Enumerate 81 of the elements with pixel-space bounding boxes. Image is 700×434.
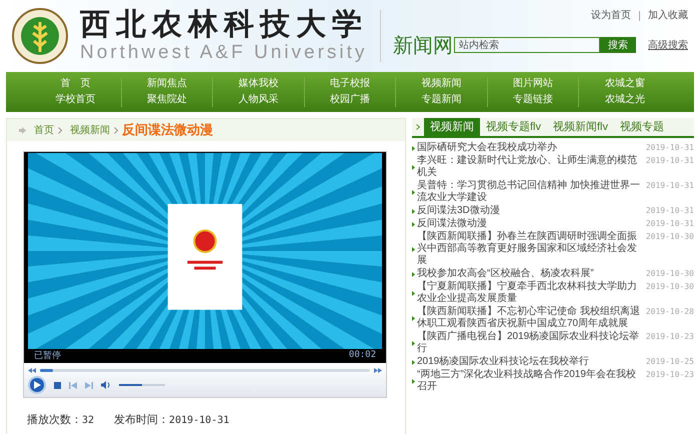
play-icon [34, 381, 40, 389]
news-date: 2019-10-31 [644, 218, 694, 230]
news-link[interactable]: 反间谍法3D微动漫 [417, 205, 642, 217]
volume-icon[interactable] [101, 381, 111, 389]
bullet-icon [412, 340, 415, 346]
bullet-icon [412, 378, 415, 384]
nav-link[interactable]: 农城之光 [604, 93, 645, 107]
chevron-icon [114, 126, 118, 134]
breadcrumb-current: 反间谍法微动漫 [122, 121, 213, 140]
bullet-icon [412, 222, 415, 226]
news-link[interactable]: 国际硒研究大会在我校成功举办 [417, 142, 642, 154]
bullet-icon [412, 190, 415, 194]
bookmark-link[interactable]: 加入收藏 [648, 8, 688, 23]
nav-link[interactable]: 首 页 [60, 77, 90, 91]
player-status: 已暂停 [34, 349, 61, 362]
nav-link[interactable]: 图片网站 [513, 77, 554, 91]
stop-icon[interactable] [54, 382, 61, 388]
bullet-icon [412, 246, 415, 252]
university-logo-icon [12, 8, 68, 64]
advanced-search-link[interactable]: 高级搜索 [648, 38, 688, 52]
nav-link[interactable]: 专题链接 [513, 93, 554, 107]
nav-link[interactable]: 人物风采 [238, 93, 278, 107]
search-field[interactable]: 站内检索 [454, 37, 600, 53]
bullet-icon [412, 146, 415, 150]
nav-link[interactable]: 新闻焦点 [146, 77, 187, 91]
news-date: 2019-10-28 [644, 306, 694, 318]
player-time: 00:02 [348, 349, 376, 362]
play-button[interactable] [28, 376, 46, 394]
nav-link[interactable]: 农城之窗 [604, 77, 645, 91]
bullet-icon [412, 272, 415, 276]
nav-link[interactable]: 视频新闻 [422, 77, 462, 91]
rewind-icon[interactable] [28, 368, 36, 372]
search-button[interactable]: 搜索 [600, 37, 636, 53]
news-date: 2019-10-23 [644, 369, 694, 381]
nav-link[interactable]: 电子校报 [330, 77, 370, 91]
news-link[interactable]: 我校参加农高会“区校融合、杨凌农科展” [417, 268, 642, 280]
news-link[interactable]: 2019杨凌国际农业科技论坛在我校举行 [417, 356, 642, 368]
nav-link[interactable]: 校园广播 [330, 93, 370, 107]
tab[interactable]: 视频新闻flv [547, 118, 614, 136]
news-date: 2019-10-30 [644, 281, 694, 293]
news-link[interactable]: 【陕西新闻联播】不忘初心牢记使命 我校组织离退休职工观看陕西省庆祝新中国成立70周年成就展 [417, 306, 642, 330]
nav-link[interactable]: 专题新闻 [422, 93, 462, 107]
news-link[interactable]: 【陕西广播电视台】2019杨凌国际农业科技论坛举行 [417, 331, 642, 355]
nav-link[interactable]: 学校首页 [55, 93, 96, 107]
news-link[interactable]: 李兴旺：建设新时代让党放心、让师生满意的模范机关 [417, 155, 642, 179]
publish-date: 发布时间：2019-10-31 [114, 413, 230, 428]
nav-link[interactable]: 媒体我校 [238, 77, 278, 91]
nav-link[interactable]: 聚焦院处 [146, 93, 187, 107]
seek-bar[interactable] [40, 368, 370, 372]
news-date: 2019-10-25 [644, 356, 694, 368]
news-link[interactable]: 反间谍法微动漫 [417, 218, 642, 230]
news-date: 2019-10-31 [644, 142, 694, 154]
news-link[interactable]: 【宁夏新闻联播】宁夏牵手西北农林科技大学助力农业企业提高发展质量 [417, 281, 642, 305]
fast-forward-icon[interactable] [374, 368, 382, 372]
news-date: 2019-10-31 [644, 180, 694, 192]
play-count: 播放次数：32 [27, 413, 94, 428]
bullet-icon [412, 290, 415, 296]
bullet-icon [412, 208, 415, 214]
news-date: 2019-10-23 [644, 331, 694, 343]
news-date: 2019-10-31 [644, 155, 694, 167]
chevron-icon [58, 126, 62, 134]
news-date: 2019-10-30 [644, 231, 694, 243]
arrow-icon [19, 126, 26, 134]
news-date: 2019-10-31 [644, 205, 694, 217]
tab[interactable]: 视频新闻 [424, 118, 480, 136]
tab[interactable]: 视频专题 [614, 118, 670, 136]
news-link[interactable]: “两地三方”深化农业科技战略合作2019年会在我校召开 [417, 369, 642, 393]
tab[interactable]: 视频专题flv [480, 118, 547, 136]
bullet-icon [412, 164, 415, 170]
bullet-icon [412, 316, 415, 320]
chevron-icon [416, 124, 420, 130]
bullet-icon [412, 360, 415, 364]
university-english-name: Northwest A&F University [80, 42, 368, 64]
news-date: 2019-10-30 [644, 268, 694, 280]
set-homepage-link[interactable]: 设为首页 [591, 8, 631, 23]
site-name: 新闻网 [393, 34, 453, 59]
news-link[interactable]: 【陕西新闻联播】孙春兰在陕西调研时强调全面振兴中西部高等教育更好服务国家和区域经济社会发展 [417, 231, 642, 267]
university-name: 西北农林科技大学 [80, 8, 368, 42]
breadcrumb-link[interactable]: 首页 [34, 122, 54, 138]
news-link[interactable]: 吴普特：学习贯彻总书记回信精神 加快推进世界一流农业大学建设 [417, 180, 642, 204]
breadcrumb-link[interactable]: 视频新闻 [70, 122, 110, 138]
